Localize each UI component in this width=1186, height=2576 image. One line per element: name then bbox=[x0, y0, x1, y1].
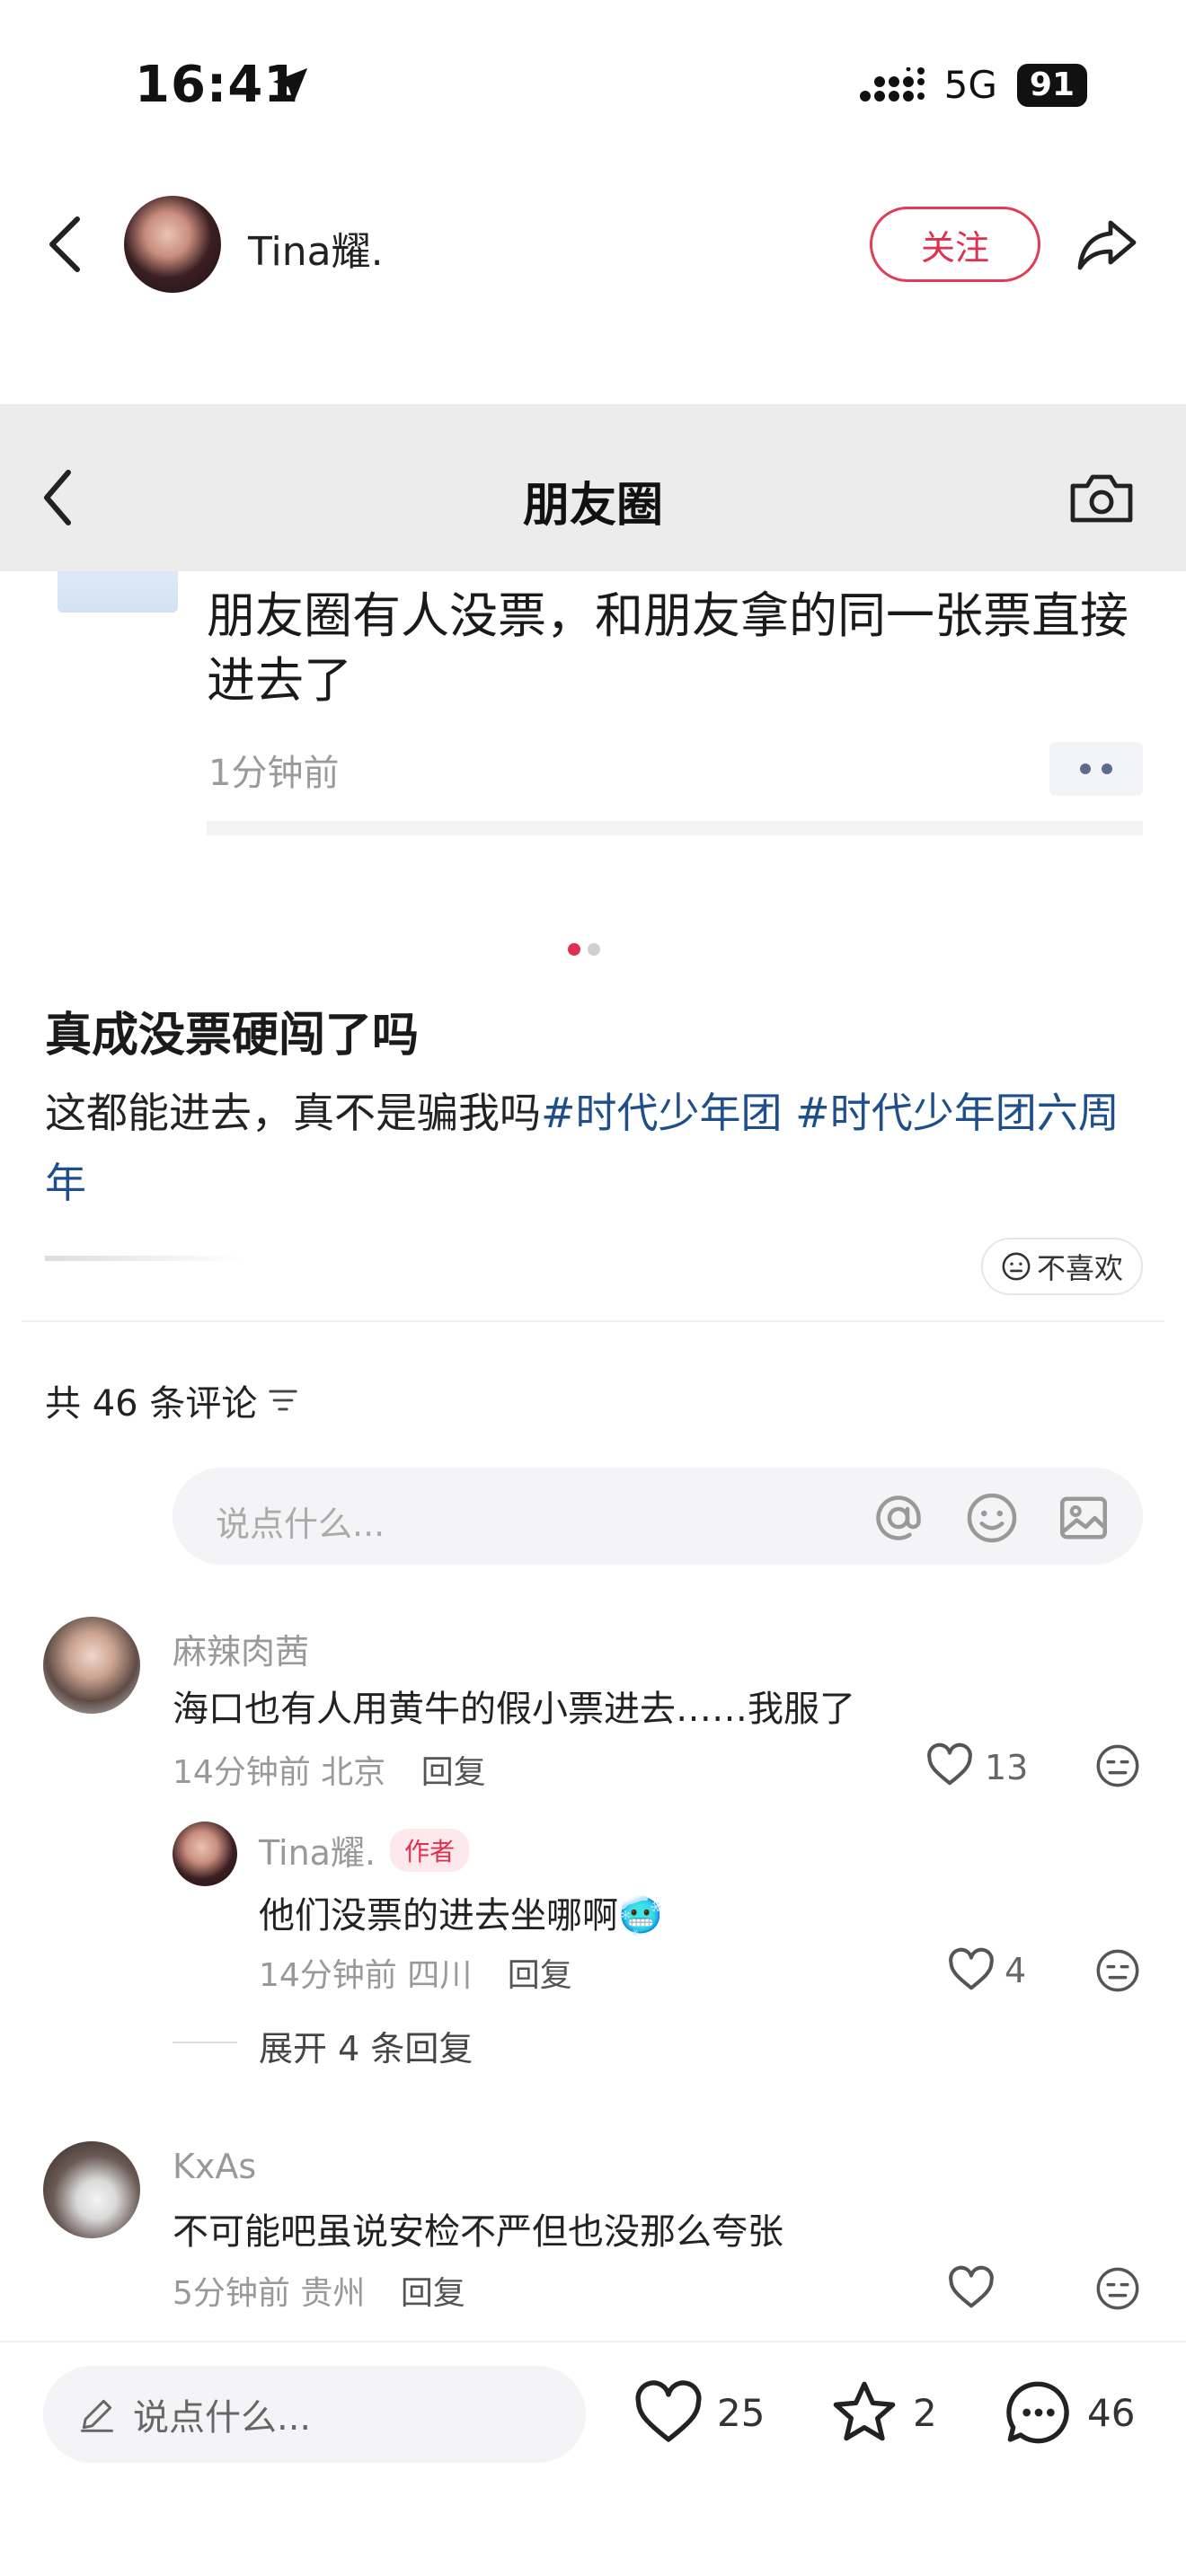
comment-text[interactable]: 海口也有人用黄牛的假小票进去……我服了 bbox=[173, 1680, 855, 1732]
location-arrow-icon bbox=[272, 67, 308, 103]
back-arrow-icon[interactable] bbox=[45, 216, 88, 273]
post-star-count: 2 bbox=[913, 2390, 937, 2435]
commenter-name[interactable]: Tina耀. bbox=[259, 1825, 376, 1875]
emoji-icon[interactable] bbox=[965, 1491, 1019, 1545]
commenter-avatar[interactable] bbox=[43, 2141, 140, 2238]
comment-meta: 5分钟前 贵州 回复 bbox=[173, 2267, 465, 2314]
comment-location: 贵州 bbox=[300, 2275, 366, 2312]
heart-icon[interactable] bbox=[947, 1947, 996, 1992]
share-icon[interactable] bbox=[1075, 212, 1139, 277]
comment-location: 四川 bbox=[407, 1957, 473, 1994]
expand-divider bbox=[173, 2042, 237, 2043]
like-count: 4 bbox=[1005, 1951, 1027, 1990]
author-avatar[interactable] bbox=[124, 196, 221, 293]
comment-text[interactable]: 不可能吧虽说安检不严但也没那么夸张 bbox=[173, 2202, 783, 2254]
moments-post-time: 1分钟前 bbox=[208, 753, 340, 794]
post-like-count: 25 bbox=[717, 2390, 766, 2435]
comment-location: 北京 bbox=[321, 1754, 386, 1791]
post-body-text: 这都能进去，真不是骗我吗 bbox=[45, 1089, 541, 1137]
commenter-name[interactable]: 麻辣肉茜 bbox=[173, 1624, 309, 1673]
dislike-label: 不喜欢 bbox=[1036, 1251, 1123, 1285]
comment-time: 14分钟前 bbox=[173, 1754, 311, 1791]
comment-meta: 14分钟前 四川 回复 bbox=[259, 1949, 572, 1996]
reply-button[interactable]: 回复 bbox=[421, 1754, 486, 1791]
heart-icon[interactable] bbox=[947, 2265, 996, 2310]
reply-button[interactable]: 回复 bbox=[401, 2275, 465, 2312]
follow-button[interactable]: 关注 bbox=[870, 207, 1040, 282]
post-title: 真成没票硬闯了吗 bbox=[45, 1009, 420, 1063]
author-name[interactable]: Tina耀. bbox=[248, 219, 384, 277]
comment-count: 共 46 条评论 bbox=[45, 1374, 298, 1426]
meh-face-icon[interactable] bbox=[1094, 1742, 1141, 1789]
dislike-button[interactable]: 不喜欢 bbox=[981, 1238, 1143, 1295]
author-badge: 作者 bbox=[390, 1828, 470, 1872]
moments-comment-area bbox=[207, 821, 1143, 835]
meh-face-icon[interactable] bbox=[1094, 2265, 1141, 2312]
pager-dot-active bbox=[568, 943, 580, 956]
network-label: 5G bbox=[943, 63, 997, 107]
comment-input-placeholder: 说点什么... bbox=[216, 1504, 385, 1544]
mention-icon[interactable] bbox=[872, 1491, 925, 1545]
heart-icon[interactable] bbox=[925, 1742, 974, 1787]
expand-replies-button[interactable]: 展开 4 条回复 bbox=[259, 2021, 473, 2070]
commenter-name[interactable]: KxAs bbox=[173, 2147, 256, 2186]
image-pager bbox=[568, 943, 600, 956]
moments-title: 朋友圈 bbox=[522, 479, 663, 533]
status-right: 5G 91 bbox=[859, 63, 1087, 107]
commenter-avatar[interactable] bbox=[173, 1822, 237, 1886]
star-icon bbox=[833, 2381, 896, 2441]
moments-more-icon bbox=[1049, 742, 1143, 796]
meh-face-icon bbox=[1002, 1252, 1031, 1281]
post-comment-count: 46 bbox=[1087, 2390, 1136, 2435]
faint-divider bbox=[45, 1256, 243, 1261]
comment-button[interactable]: 46 bbox=[1003, 2377, 1135, 2448]
bottom-input-placeholder: 说点什么... bbox=[133, 2397, 312, 2439]
reply-header: Tina耀. 作者 bbox=[259, 1825, 470, 1875]
comment-time: 5分钟前 bbox=[173, 2275, 290, 2312]
comment-time: 14分钟前 bbox=[259, 1957, 397, 1994]
meh-face-icon[interactable] bbox=[1094, 1947, 1141, 1994]
sort-icon[interactable] bbox=[268, 1387, 298, 1414]
pager-dot bbox=[588, 943, 600, 956]
post-body: 这都能进去，真不是骗我吗#时代少年团 #时代少年团六周年 bbox=[45, 1078, 1150, 1218]
image-icon[interactable] bbox=[1057, 1491, 1111, 1545]
camera-icon bbox=[1070, 474, 1133, 523]
bottom-comment-input[interactable]: 说点什么... bbox=[43, 2366, 586, 2463]
commenter-avatar[interactable] bbox=[43, 1617, 140, 1714]
signal-icon bbox=[859, 66, 925, 101]
section-divider bbox=[22, 1320, 1164, 1322]
hashtag-link[interactable]: #时代少年团 bbox=[541, 1089, 783, 1137]
bottom-bar-divider bbox=[0, 2341, 1186, 2342]
collect-button[interactable]: 2 bbox=[828, 2377, 937, 2448]
comment-count-label: 共 46 条评论 bbox=[45, 1383, 258, 1425]
comment-meta: 14分钟前 北京 回复 bbox=[173, 1746, 486, 1793]
moments-post-text: 朋友圈有人没票，和朋友拿的同一张票直接进去了 bbox=[207, 587, 1128, 709]
comment-text[interactable]: 他们没票的进去坐哪啊🥶 bbox=[259, 1886, 663, 1938]
chat-bubble-icon bbox=[1006, 2381, 1069, 2444]
pencil-icon bbox=[81, 2399, 113, 2432]
heart-icon bbox=[635, 2380, 702, 2442]
battery-indicator: 91 bbox=[1016, 63, 1087, 107]
like-count: 13 bbox=[985, 1748, 1029, 1787]
reply-button[interactable]: 回复 bbox=[508, 1957, 572, 1994]
like-button[interactable]: 25 bbox=[633, 2377, 765, 2448]
